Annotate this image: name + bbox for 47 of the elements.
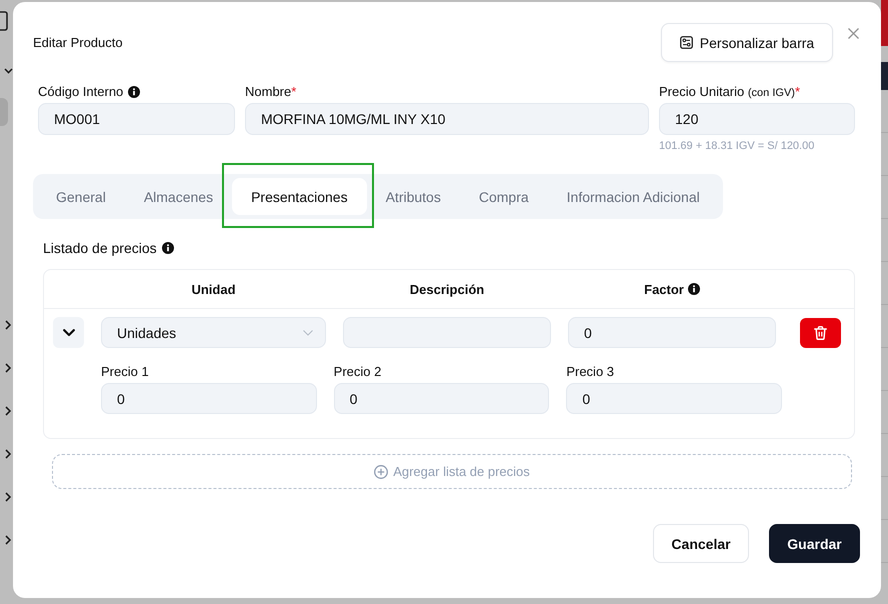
trash-icon (814, 326, 827, 340)
chevron-right-icon (5, 320, 11, 330)
column-header: Descripción (410, 282, 484, 296)
price-field[interactable]: 0 (566, 383, 782, 414)
header-badge (881, 0, 888, 46)
tab[interactable]: Informacion Adicional (548, 178, 719, 215)
column-header: Unidad (191, 282, 236, 296)
chevron-right-icon (5, 363, 11, 373)
chevron-right-icon (5, 535, 11, 545)
tab[interactable]: Atributos (366, 178, 460, 215)
field-label: Precio 2 (334, 364, 382, 380)
price-field[interactable]: 0 (334, 383, 550, 414)
factor-field[interactable]: 0 (568, 317, 776, 348)
cancel-button[interactable]: Cancelar (653, 524, 749, 563)
dialog-title: Editar Producto (33, 35, 123, 50)
chevron-down-icon (303, 330, 313, 336)
save-button[interactable]: Guardar (769, 524, 860, 563)
field-label: Precio Unitario (con IGV)* (659, 84, 800, 100)
text-field[interactable]: MORFINA 10MG/ML INY X10 (245, 103, 649, 135)
text-field[interactable]: 120 (659, 103, 855, 135)
text-field[interactable]: MO001 (38, 103, 235, 135)
field-label: Código Interno (38, 84, 124, 100)
expand-toggle[interactable] (53, 317, 84, 348)
sliders-icon (680, 36, 693, 49)
close-icon[interactable] (848, 28, 859, 39)
chevron-down-icon (62, 328, 74, 336)
chevron-right-icon (5, 492, 11, 502)
customize-bar-button[interactable]: Personalizar barra (661, 23, 833, 62)
tab[interactable]: Almacenes (124, 178, 232, 215)
section-title: Listado de precios (43, 240, 157, 256)
plus-circle-icon (374, 464, 388, 478)
chevron-right-icon (5, 406, 11, 416)
field-label: Precio 1 (101, 364, 149, 380)
price-field[interactable]: 0 (101, 383, 317, 414)
description-field[interactable] (343, 317, 551, 348)
price-breakdown-hint: 101.69 + 18.31 IGV = S/ 120.00 (659, 140, 814, 153)
column-header: Factor (644, 282, 684, 296)
tab[interactable]: Presentaciones (232, 178, 367, 215)
chevron-right-icon (5, 449, 11, 459)
field-label: Precio 3 (566, 364, 614, 380)
table-header-bar (881, 62, 888, 90)
field-label: Nombre* (245, 84, 296, 100)
tab[interactable]: General (37, 178, 125, 215)
chevron-down-icon (4, 68, 13, 74)
delete-button[interactable] (800, 318, 841, 348)
unit-select[interactable]: Unidades (101, 317, 326, 348)
tab[interactable]: Compra (460, 178, 548, 215)
